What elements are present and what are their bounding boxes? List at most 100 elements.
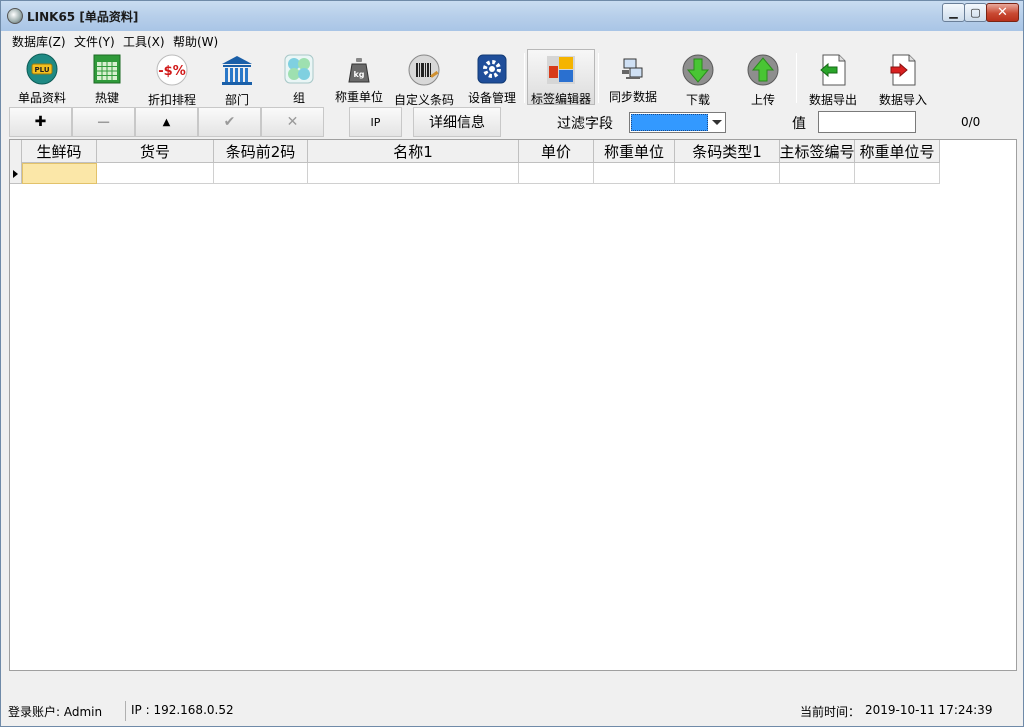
current-time-label: 当前时间： [800,705,861,719]
column-header[interactable]: 生鲜码 [22,140,97,163]
minimize-button[interactable]: ▁ [942,3,965,22]
import-icon [886,53,920,87]
tool-hotkey[interactable]: 热键 [82,49,132,105]
status-separator [125,701,126,721]
table-cell[interactable] [675,163,780,184]
sync-icon [616,53,650,84]
weight-icon: kg [342,53,376,84]
main-toolbar: PLU 单品资料 热键 -$% 折扣排程 部门 组 kg 称重单位 自定义条码 … [2,49,1022,107]
tool-department[interactable]: 部门 [212,49,262,107]
toolbar-separator [796,53,797,103]
product-data-grid[interactable]: 生鲜码 货号 条码前2码 名称1 单价 称重单位 条码类型1 主标签编号 称重单… [9,139,1017,671]
upload-icon [746,53,780,87]
app-logo-icon [7,8,23,24]
tool-device-management-label: 设备管理 [467,91,516,105]
menu-bar: 数据库(Z) 文件(Y) 工具(X) 帮助(W) [2,31,1022,49]
tool-upload[interactable]: 上传 [737,49,789,107]
detail-info-button[interactable]: 详细信息 [413,107,501,137]
delete-record-button[interactable]: − [72,107,135,137]
menu-tools[interactable]: 工具(X) [123,33,165,50]
chevron-down-icon[interactable] [712,120,722,125]
login-account: 登录账户: Admin [8,705,103,719]
svg-text:PLU: PLU [34,66,49,74]
table-cell[interactable] [214,163,308,184]
close-icon: ✕ [997,5,1008,20]
tool-plu-label: 单品资料 [17,91,66,105]
tool-data-export[interactable]: 数据导出 [802,49,864,107]
column-header[interactable]: 条码前2码 [214,140,308,163]
table-cell[interactable] [780,163,855,184]
table-cell[interactable] [519,163,594,184]
tool-download[interactable]: 下载 [672,49,724,107]
svg-text:-$%: -$% [158,64,185,79]
ip-button[interactable]: IP [349,107,402,137]
tool-data-import[interactable]: 数据导入 [872,49,934,107]
tool-sync-data[interactable]: 同步数据 [603,49,663,105]
tool-label-editor-label: 标签编辑器 [530,92,591,106]
record-count: 0/0 [961,115,981,129]
table-cell[interactable] [22,163,97,184]
menu-database[interactable]: 数据库(Z) [12,33,66,50]
table-cell[interactable] [855,163,940,184]
hotkey-grid-icon [90,53,124,85]
table-cell[interactable] [97,163,214,184]
table-cell[interactable] [308,163,519,184]
window-title: LINK65 [单品资料] [27,10,139,24]
menu-help[interactable]: 帮助(W) [173,33,218,50]
group-icon [282,53,316,85]
app-window: LINK65 [单品资料] ▁ ▢ ✕ 数据库(Z) 文件(Y) 工具(X) 帮… [0,0,1024,727]
confirm-button[interactable]: ✔ [198,107,261,137]
cancel-button[interactable]: ✕ [261,107,324,137]
tool-upload-label: 上传 [750,93,775,107]
tool-hotkey-label: 热键 [94,91,119,105]
tool-custom-barcode[interactable]: 自定义条码 [392,49,456,107]
tool-weight-unit-label: 称重单位 [334,90,383,104]
device-settings-icon [475,53,509,85]
filter-field-label: 过滤字段 [557,116,613,132]
column-header[interactable]: 条码类型1 [675,140,780,163]
ip-address: IP : 192.168.0.52 [131,703,234,717]
toolbar-separator [524,53,525,103]
tool-sync-data-label: 同步数据 [608,90,657,104]
column-header[interactable]: 主标签编号 [780,140,855,163]
status-bar: 登录账户: Admin IP : 192.168.0.52 当前时间： 2019… [2,699,1022,723]
tool-device-management[interactable]: 设备管理 [464,49,520,105]
tool-download-label: 下载 [685,93,710,107]
column-header[interactable]: 名称1 [308,140,519,163]
download-icon [681,53,715,87]
table-cell[interactable] [594,163,675,184]
move-up-button[interactable]: ▲ [135,107,198,137]
column-header[interactable]: 称重单位号 [855,140,940,163]
tool-group-label: 组 [292,91,305,105]
toolbar-separator [598,53,599,103]
add-record-button[interactable]: ✚ [9,107,72,137]
current-time: 2019-10-11 17:24:39 [865,703,993,717]
column-header[interactable]: 称重单位 [594,140,675,163]
discount-icon: -$% [155,53,189,87]
tool-discount[interactable]: -$% 折扣排程 [142,49,202,107]
maximize-button[interactable]: ▢ [964,3,987,22]
value-label: 值 [792,116,806,132]
tool-label-editor[interactable]: 标签编辑器 [527,49,595,106]
barcode-icon [407,53,441,87]
tool-department-label: 部门 [224,93,249,107]
menu-file[interactable]: 文件(Y) [74,33,115,50]
filter-field-select[interactable] [629,112,726,133]
grid-corner [10,140,22,163]
department-icon [220,53,254,87]
column-header[interactable]: 货号 [97,140,214,163]
tool-weight-unit[interactable]: kg 称重单位 [332,49,386,105]
svg-text:kg: kg [353,70,364,79]
tool-plu[interactable]: PLU 单品资料 [10,49,74,105]
close-button[interactable]: ✕ [986,3,1019,22]
title-bar[interactable]: LINK65 [单品资料] ▁ ▢ ✕ [1,1,1023,31]
maximize-icon: ▢ [970,6,981,19]
row-indicator[interactable] [10,163,22,184]
filter-value-input[interactable] [818,111,916,133]
tool-custom-barcode-label: 自定义条码 [393,93,454,107]
current-row-pointer-icon [13,170,18,178]
label-editor-icon [544,54,578,86]
tool-data-import-label: 数据导入 [878,93,927,107]
column-header[interactable]: 单价 [519,140,594,163]
tool-group[interactable]: 组 [274,49,324,105]
